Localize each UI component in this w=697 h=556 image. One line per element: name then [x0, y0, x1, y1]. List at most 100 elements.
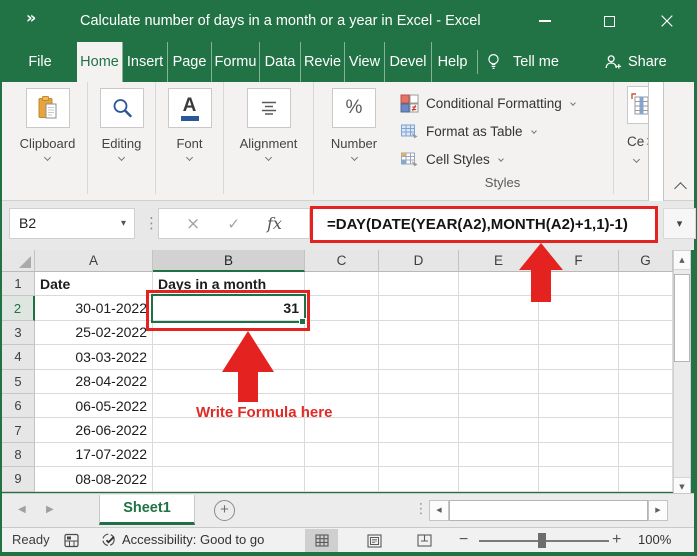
cell-a2[interactable]: 30-01-2022 — [35, 296, 153, 320]
cell-f2[interactable] — [539, 296, 619, 320]
page-layout-view-button[interactable] — [358, 529, 391, 552]
tab-developer[interactable]: Devel — [384, 42, 431, 82]
collapse-ribbon-icon[interactable] — [674, 182, 687, 195]
cell-f5[interactable] — [539, 370, 619, 394]
chevron-down-icon[interactable] — [350, 154, 357, 161]
cell-d1[interactable] — [379, 272, 459, 296]
cell-c8[interactable] — [305, 443, 379, 467]
chevron-down-icon[interactable] — [44, 154, 51, 161]
cell-g9[interactable] — [619, 467, 673, 491]
cell-b7[interactable] — [153, 418, 305, 442]
tab-home[interactable]: Home — [77, 42, 122, 82]
cell-e5[interactable] — [459, 370, 539, 394]
zoom-slider-thumb[interactable] — [538, 533, 546, 548]
zoom-level[interactable]: 100% — [638, 528, 671, 552]
chevron-down-icon[interactable] — [118, 154, 125, 161]
quick-access-toolbar-icon[interactable]: » — [26, 8, 36, 27]
zoom-out-button[interactable]: − — [459, 528, 468, 552]
cell-c7[interactable] — [305, 418, 379, 442]
select-all-button[interactable] — [2, 250, 35, 272]
clipboard-group-button[interactable] — [26, 88, 70, 128]
cell-a8[interactable]: 17-07-2022 — [35, 443, 153, 467]
sheetbar-grip-icon[interactable]: ⋮ — [414, 494, 428, 525]
cell-c4[interactable] — [305, 345, 379, 369]
cell-g7[interactable] — [619, 418, 673, 442]
cell-a3[interactable]: 25-02-2022 — [35, 321, 153, 345]
cell-e9[interactable] — [459, 467, 539, 491]
cell-c5[interactable] — [305, 370, 379, 394]
tab-view[interactable]: View — [344, 42, 384, 82]
cell-e7[interactable] — [459, 418, 539, 442]
accessibility-status[interactable]: Accessibility: Good to go — [122, 528, 264, 552]
tab-formulas[interactable]: Formu — [211, 42, 259, 82]
macro-record-icon[interactable] — [64, 533, 79, 553]
cancel-icon[interactable]: × — [186, 214, 200, 234]
column-header-c[interactable]: C — [305, 250, 379, 272]
previous-sheet-icon[interactable]: ◀ — [18, 494, 26, 525]
row-header-5[interactable]: 5 — [2, 370, 35, 394]
page-break-preview-button[interactable] — [408, 529, 441, 552]
cell-e1[interactable] — [459, 272, 539, 296]
row-header-8[interactable]: 8 — [2, 443, 35, 467]
scroll-up-icon[interactable]: ▲ — [674, 251, 690, 270]
tab-review[interactable]: Revie — [300, 42, 344, 82]
cell-g4[interactable] — [619, 345, 673, 369]
cell-c1[interactable] — [305, 272, 379, 296]
tell-me-button[interactable]: Tell me — [487, 42, 559, 82]
cell-c2[interactable] — [305, 296, 379, 320]
next-sheet-icon[interactable]: ▶ — [46, 494, 54, 525]
scroll-right-icon[interactable]: ▶ — [648, 500, 668, 521]
cell-c9[interactable] — [305, 467, 379, 491]
vertical-scrollbar[interactable]: ▲ ▼ — [673, 250, 691, 497]
enter-check-icon[interactable]: ✓ — [227, 215, 240, 233]
cell-a6[interactable]: 06-05-2022 — [35, 394, 153, 418]
name-box[interactable]: B2 ▾ — [9, 208, 135, 239]
cell-a4[interactable]: 03-03-2022 — [35, 345, 153, 369]
number-group-button[interactable]: % — [332, 88, 376, 128]
format-as-table-button[interactable]: Format as Table — [392, 117, 613, 145]
cell-f6[interactable] — [539, 394, 619, 418]
zoom-in-button[interactable]: + — [612, 528, 621, 552]
cell-d8[interactable] — [379, 443, 459, 467]
formula-bar-grip-icon[interactable]: ⋮ — [144, 208, 159, 239]
name-box-dropdown-icon[interactable]: ▾ — [121, 209, 126, 238]
cell-e6[interactable] — [459, 394, 539, 418]
cell-d7[interactable] — [379, 418, 459, 442]
cell-f8[interactable] — [539, 443, 619, 467]
cell-e8[interactable] — [459, 443, 539, 467]
column-header-g[interactable]: G — [619, 250, 673, 272]
cell-f7[interactable] — [539, 418, 619, 442]
horizontal-scrollbar-thumb[interactable] — [449, 500, 648, 521]
cell-f9[interactable] — [539, 467, 619, 491]
tab-insert[interactable]: Insert — [122, 42, 167, 82]
cell-b5[interactable] — [153, 370, 305, 394]
column-header-d[interactable]: D — [379, 250, 459, 272]
expand-formula-bar-button[interactable]: ▾ — [663, 208, 696, 239]
vertical-scrollbar-thumb[interactable] — [674, 274, 690, 362]
normal-view-button[interactable] — [305, 529, 338, 552]
cell-g2[interactable] — [619, 296, 673, 320]
cell-g8[interactable] — [619, 443, 673, 467]
row-header-6[interactable]: 6 — [2, 394, 35, 418]
cell-g5[interactable] — [619, 370, 673, 394]
scroll-left-icon[interactable]: ◀ — [429, 500, 449, 521]
cell-d5[interactable] — [379, 370, 459, 394]
conditional-formatting-button[interactable]: Conditional Formatting — [392, 89, 613, 117]
cell-styles-button[interactable]: Cell Styles — [392, 145, 613, 173]
cell-d3[interactable] — [379, 321, 459, 345]
row-header-3[interactable]: 3 — [2, 321, 35, 345]
cell-d2[interactable] — [379, 296, 459, 320]
tab-help[interactable]: Help — [431, 42, 473, 82]
tab-file[interactable]: File — [18, 42, 62, 82]
column-header-b[interactable]: B — [153, 250, 305, 272]
tab-data[interactable]: Data — [259, 42, 300, 82]
close-button[interactable]: × — [650, 0, 684, 42]
cell-d9[interactable] — [379, 467, 459, 491]
cell-d4[interactable] — [379, 345, 459, 369]
cell-g1[interactable] — [619, 272, 673, 296]
maximize-button[interactable] — [592, 0, 626, 42]
cell-a7[interactable]: 26-06-2022 — [35, 418, 153, 442]
column-header-a[interactable]: A — [35, 250, 153, 272]
tab-page-layout[interactable]: Page — [167, 42, 211, 82]
share-button[interactable]: Share — [604, 42, 667, 82]
